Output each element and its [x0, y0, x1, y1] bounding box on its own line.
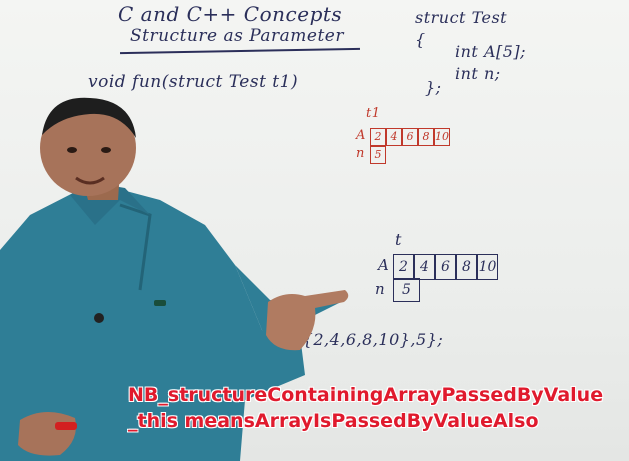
pointing-hand: [266, 290, 349, 351]
marker: [55, 422, 77, 430]
lapel-mic: [94, 313, 104, 323]
caption-overlay: NB_structureContainingArrayPassedByValue…: [128, 384, 604, 432]
